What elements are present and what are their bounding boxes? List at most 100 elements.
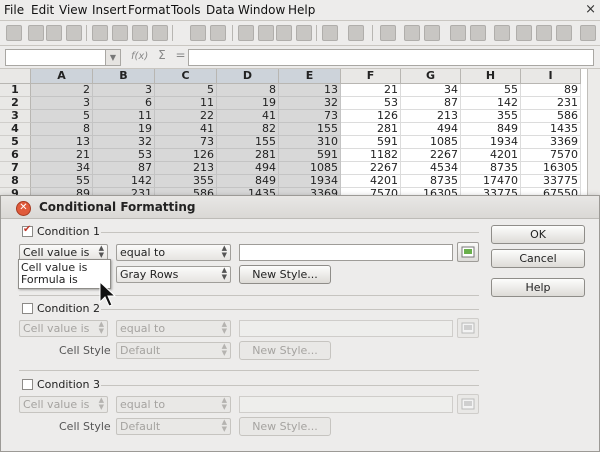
- condition-3-style-value: Default: [120, 420, 161, 433]
- menu-view[interactable]: View: [59, 3, 87, 17]
- menu-tools[interactable]: Tools: [171, 3, 201, 17]
- condition-1-shrink-button[interactable]: [457, 242, 479, 262]
- condition-2-value-input[interactable]: [239, 320, 453, 337]
- condition-3-value-input[interactable]: [239, 396, 453, 413]
- conditional-formatting-dialog: ✕ Conditional Formatting Condition 1 Cel…: [0, 195, 600, 452]
- print-icon[interactable]: [132, 25, 148, 41]
- gallery-icon[interactable]: [556, 25, 572, 41]
- condition-1-divider: [101, 232, 479, 233]
- dialog-titlebar: ✕ Conditional Formatting: [1, 196, 599, 219]
- condition-3-new-style-button[interactable]: New Style...: [239, 417, 331, 436]
- ok-button[interactable]: OK: [491, 225, 585, 244]
- column-header-i[interactable]: I: [521, 69, 581, 84]
- edit-file-icon[interactable]: [92, 25, 108, 41]
- equals-icon[interactable]: =: [176, 48, 186, 62]
- sum-icon[interactable]: Σ: [158, 48, 166, 62]
- dialog-title: Conditional Formatting: [39, 200, 196, 214]
- vertical-scrollbar[interactable]: [587, 69, 600, 197]
- function-wizard-icon[interactable]: f(x): [131, 51, 148, 62]
- condition-3-type-select[interactable]: Cell value is ▲ ▼: [19, 396, 108, 413]
- condition-3-shrink-button[interactable]: [457, 394, 479, 414]
- condition-2-shrink-button[interactable]: [457, 318, 479, 338]
- condition-1-value-input[interactable]: [239, 244, 453, 261]
- pivot-table-icon[interactable]: [470, 25, 486, 41]
- name-box[interactable]: ▼: [5, 49, 121, 66]
- condition-1-new-style-button[interactable]: New Style...: [239, 265, 331, 284]
- navigator-icon[interactable]: [536, 25, 552, 41]
- condition-2-cell-style-label: Cell Style: [59, 344, 111, 357]
- condition-2-style-select[interactable]: Default ▲ ▼: [116, 342, 231, 359]
- formula-input[interactable]: [188, 49, 594, 66]
- condition-2-new-style-button[interactable]: New Style...: [239, 341, 331, 360]
- cancel-button[interactable]: Cancel: [491, 249, 585, 268]
- autospellcheck-icon[interactable]: [210, 25, 226, 41]
- toolbar-separator: [232, 25, 233, 41]
- chevron-updown-icon: ▲ ▼: [98, 396, 104, 411]
- copy-icon[interactable]: [258, 25, 274, 41]
- help-button[interactable]: Help: [491, 278, 585, 297]
- sort-ascending-icon[interactable]: [404, 25, 420, 41]
- condition-1-type-value: Cell value is: [23, 246, 90, 259]
- column-header-g[interactable]: G: [401, 69, 461, 84]
- cut-icon[interactable]: [238, 25, 254, 41]
- column-header-a[interactable]: A: [31, 69, 93, 84]
- column-header-c[interactable]: C: [155, 69, 217, 84]
- condition-2-label: Condition 2: [37, 302, 100, 315]
- toolbar-overflow-icon[interactable]: [580, 25, 596, 41]
- formula-icons: f(x) Σ =: [131, 48, 186, 62]
- condition-3-style-select[interactable]: Default ▲ ▼: [116, 418, 231, 435]
- show-draw-functions-icon[interactable]: [494, 25, 510, 41]
- condition-1-style-select[interactable]: Gray Rows ▲ ▼: [116, 266, 231, 283]
- column-header-b[interactable]: B: [93, 69, 155, 84]
- condition-2-operator-select[interactable]: equal to ▲ ▼: [116, 320, 231, 337]
- condition-2-checkbox[interactable]: [22, 303, 33, 314]
- chart-icon[interactable]: [450, 25, 466, 41]
- spellcheck-icon[interactable]: [190, 25, 206, 41]
- toolbar-separator: [316, 25, 317, 41]
- condition-3-operator-select[interactable]: equal to ▲ ▼: [116, 396, 231, 413]
- menu-format[interactable]: Format: [128, 3, 170, 17]
- condition-3-label: Condition 3: [37, 378, 100, 391]
- shrink-icon: [461, 398, 475, 410]
- find-icon[interactable]: [516, 25, 532, 41]
- format-paintbrush-icon[interactable]: [296, 25, 312, 41]
- standard-toolbar: [0, 21, 600, 46]
- sort-descending-icon[interactable]: [424, 25, 440, 41]
- column-header-f[interactable]: F: [341, 69, 401, 84]
- menu-edit[interactable]: Edit: [31, 3, 54, 17]
- condition-2-style-value: Default: [120, 344, 161, 357]
- column-header-h[interactable]: H: [461, 69, 521, 84]
- new-document-icon[interactable]: [6, 25, 22, 41]
- redo-icon[interactable]: [348, 25, 364, 41]
- close-icon[interactable]: ✕: [16, 201, 31, 216]
- shrink-icon: [461, 246, 475, 258]
- paste-icon[interactable]: [276, 25, 292, 41]
- condition-1-checkbox[interactable]: [22, 224, 33, 237]
- menu-file[interactable]: File: [4, 3, 24, 17]
- menu-window[interactable]: Window: [238, 3, 285, 17]
- condition-2-type-value: Cell value is: [23, 322, 90, 335]
- select-all-corner[interactable]: [0, 69, 31, 84]
- menu-insert[interactable]: Insert: [92, 3, 126, 17]
- condition-2-type-select[interactable]: Cell value is ▲ ▼: [19, 320, 108, 337]
- hyperlink-icon[interactable]: [380, 25, 396, 41]
- chevron-down-icon[interactable]: ▼: [105, 50, 120, 65]
- chevron-updown-icon: ▲ ▼: [221, 396, 227, 411]
- close-document-icon[interactable]: ×: [585, 2, 596, 17]
- undo-icon[interactable]: [322, 25, 338, 41]
- option-formula-is[interactable]: Formula is: [21, 273, 78, 286]
- export-pdf-icon[interactable]: [112, 25, 128, 41]
- menu-help[interactable]: Help: [288, 3, 315, 17]
- open-icon[interactable]: [28, 25, 44, 41]
- menu-data[interactable]: Data: [206, 3, 235, 17]
- page-preview-icon[interactable]: [152, 25, 168, 41]
- column-header-e[interactable]: E: [279, 69, 341, 84]
- condition-3-checkbox[interactable]: [22, 379, 33, 390]
- save-icon[interactable]: [46, 25, 62, 41]
- column-header-d[interactable]: D: [217, 69, 279, 84]
- condition-1-operator-select[interactable]: equal to ▲ ▼: [116, 244, 231, 261]
- condition-1-label: Condition 1: [37, 225, 100, 238]
- spreadsheet-grid: A B C D E F G H I 1 2 3 5 8 13 21 34 55 89 2 3 6 11 19 32 53 87 142…: [0, 69, 600, 201]
- chevron-updown-icon: ▲ ▼: [221, 320, 227, 335]
- email-icon[interactable]: [66, 25, 82, 41]
